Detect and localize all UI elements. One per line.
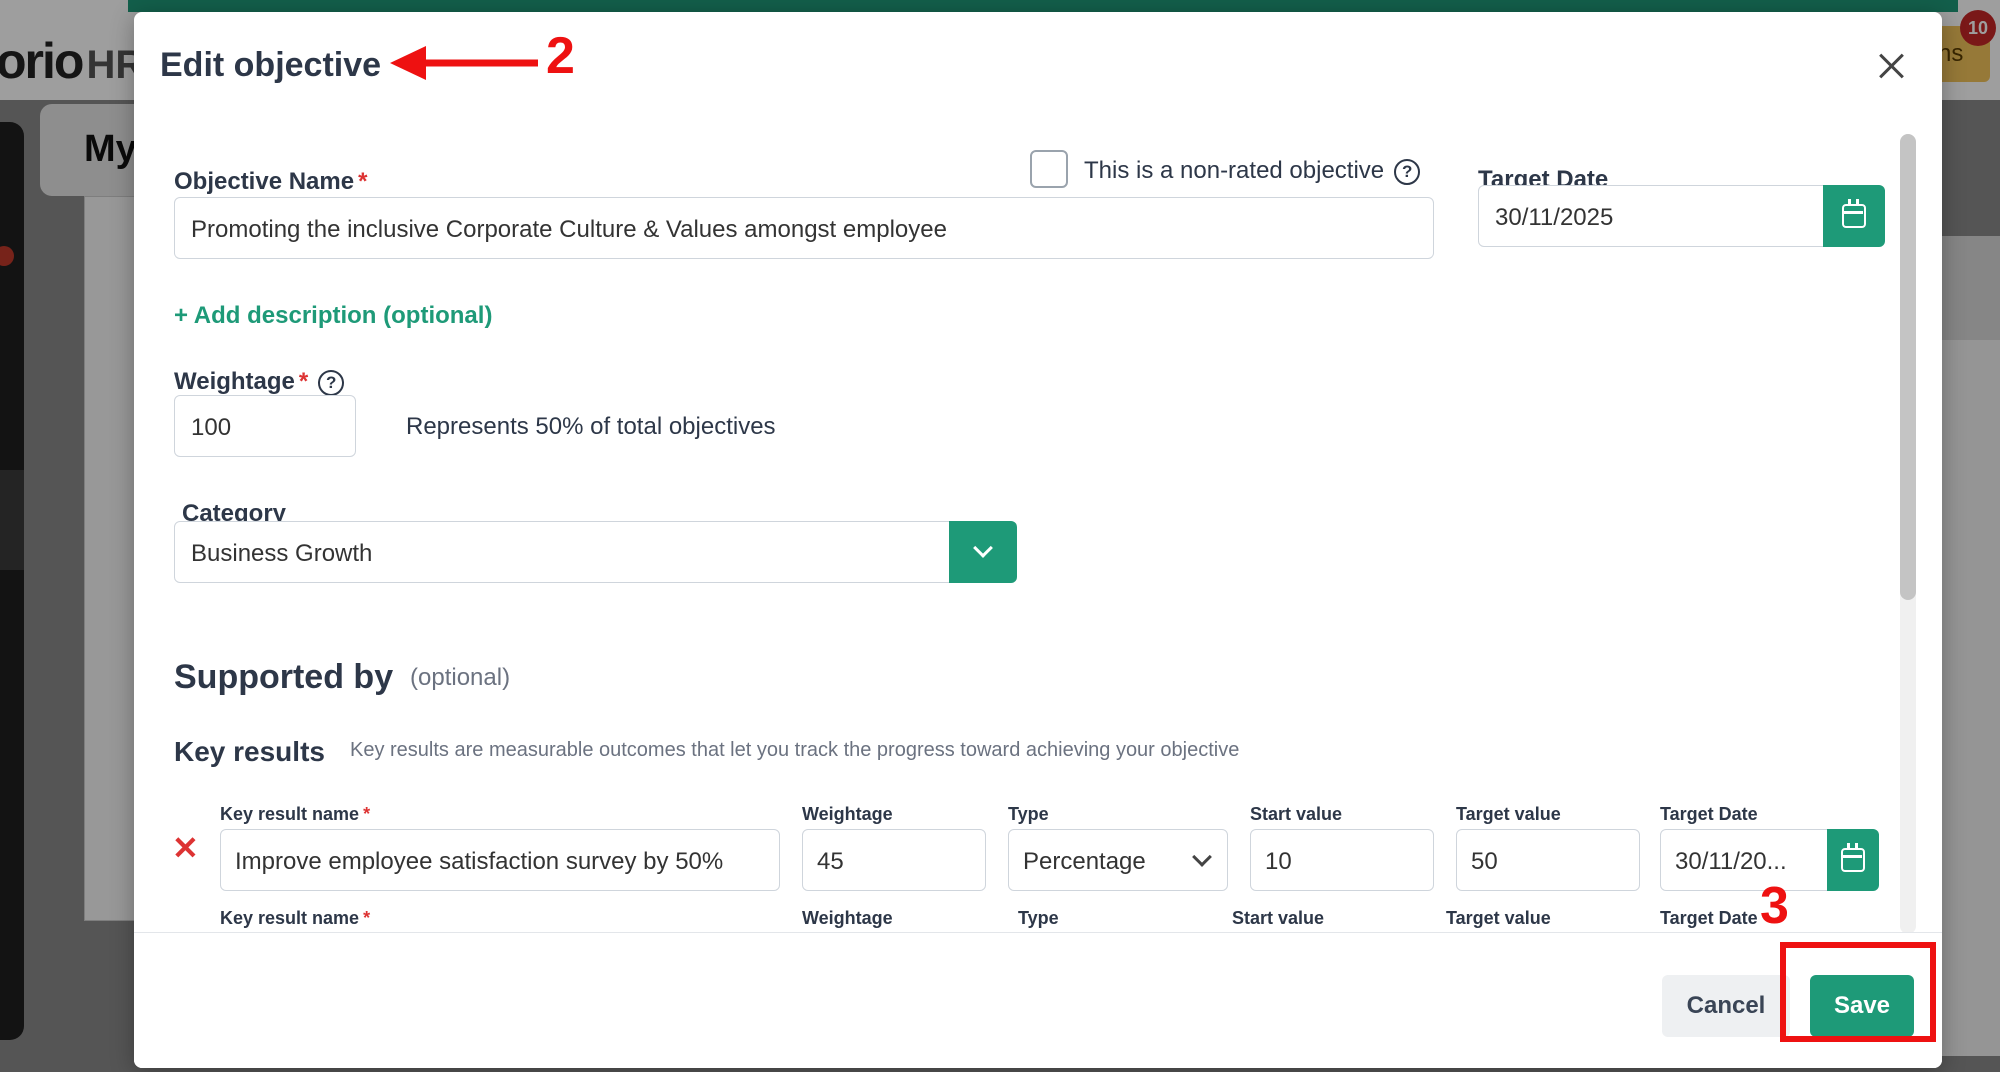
annotation-arrow-icon (390, 46, 538, 80)
close-icon[interactable] (1872, 46, 1912, 86)
chevron-down-icon (973, 538, 993, 558)
kr-type-label: Type (1008, 804, 1049, 824)
non-rated-label: This is a non-rated objective? (1084, 157, 1421, 185)
supported-by-heading: Supported by (174, 658, 394, 696)
dialog-title: Edit objective (160, 46, 382, 84)
kr-name-input[interactable]: Improve employee satisfaction survey by … (220, 829, 780, 891)
kr-start-label: Start value (1250, 804, 1343, 824)
remove-key-result-icon[interactable]: ✕ (172, 832, 199, 864)
kr2-name-label: Key result name * (220, 908, 371, 928)
kr2-weightage-label: Weightage (802, 908, 893, 928)
kr-start-input[interactable]: 10 (1250, 829, 1434, 891)
dialog-footer: Cancel Save (134, 932, 1942, 1068)
supported-by-optional: (optional) (410, 664, 511, 691)
weightage-note: Represents 50% of total objectives (406, 413, 776, 440)
kr-date-label: Target Date (1660, 804, 1758, 824)
kr-weightage-label: Weightage (802, 804, 893, 824)
key-results-heading: Key results (174, 736, 325, 767)
category-select[interactable]: Business Growth (174, 521, 950, 583)
edit-objective-dialog: Edit objective Objective Name * Promoting… (134, 12, 1942, 1068)
objective-name-input[interactable]: Promoting the inclusive Corporate Cultur… (174, 197, 1434, 259)
cancel-button[interactable]: Cancel (1662, 975, 1790, 1037)
annotation-step-2: 2 (546, 27, 575, 85)
target-date-picker-button[interactable] (1823, 185, 1885, 247)
annotation-step-3: 3 (1760, 877, 1789, 935)
objective-name-label: Objective Name * (174, 168, 368, 195)
key-results-description: Key results are measurable outcomes that… (350, 739, 1240, 761)
non-rated-checkbox[interactable] (1030, 150, 1068, 188)
kr-target-input[interactable]: 50 (1456, 829, 1640, 891)
scrollbar-thumb[interactable] (1900, 134, 1916, 600)
help-icon[interactable]: ? (1394, 158, 1421, 185)
help-icon[interactable]: ? (318, 369, 345, 396)
kr-name-label: Key result name * (220, 804, 371, 824)
kr2-target-label: Target value (1446, 908, 1551, 928)
kr-weightage-input[interactable]: 45 (802, 829, 986, 891)
weightage-input[interactable]: 100 (174, 395, 356, 457)
kr2-type-label: Type (1018, 908, 1059, 928)
add-description-link[interactable]: + Add description (optional) (174, 302, 492, 330)
category-dropdown-button[interactable] (949, 521, 1017, 583)
weightage-label: Weightage *? (174, 368, 345, 396)
kr-target-label: Target value (1456, 804, 1561, 824)
target-date-input[interactable]: 30/11/2025 (1478, 185, 1824, 247)
kr-type-select[interactable]: Percentage (1008, 829, 1228, 891)
chevron-down-icon (1192, 847, 1212, 867)
calendar-icon (1842, 199, 1866, 228)
kr-date-input[interactable]: 30/11/20... (1660, 829, 1828, 891)
annotation-highlight-box (1780, 942, 1936, 1042)
calendar-icon (1841, 843, 1865, 872)
kr2-date-label: Target Date (1660, 908, 1758, 928)
kr2-start-label: Start value (1232, 908, 1325, 928)
kr-date-picker-button[interactable] (1827, 829, 1879, 891)
